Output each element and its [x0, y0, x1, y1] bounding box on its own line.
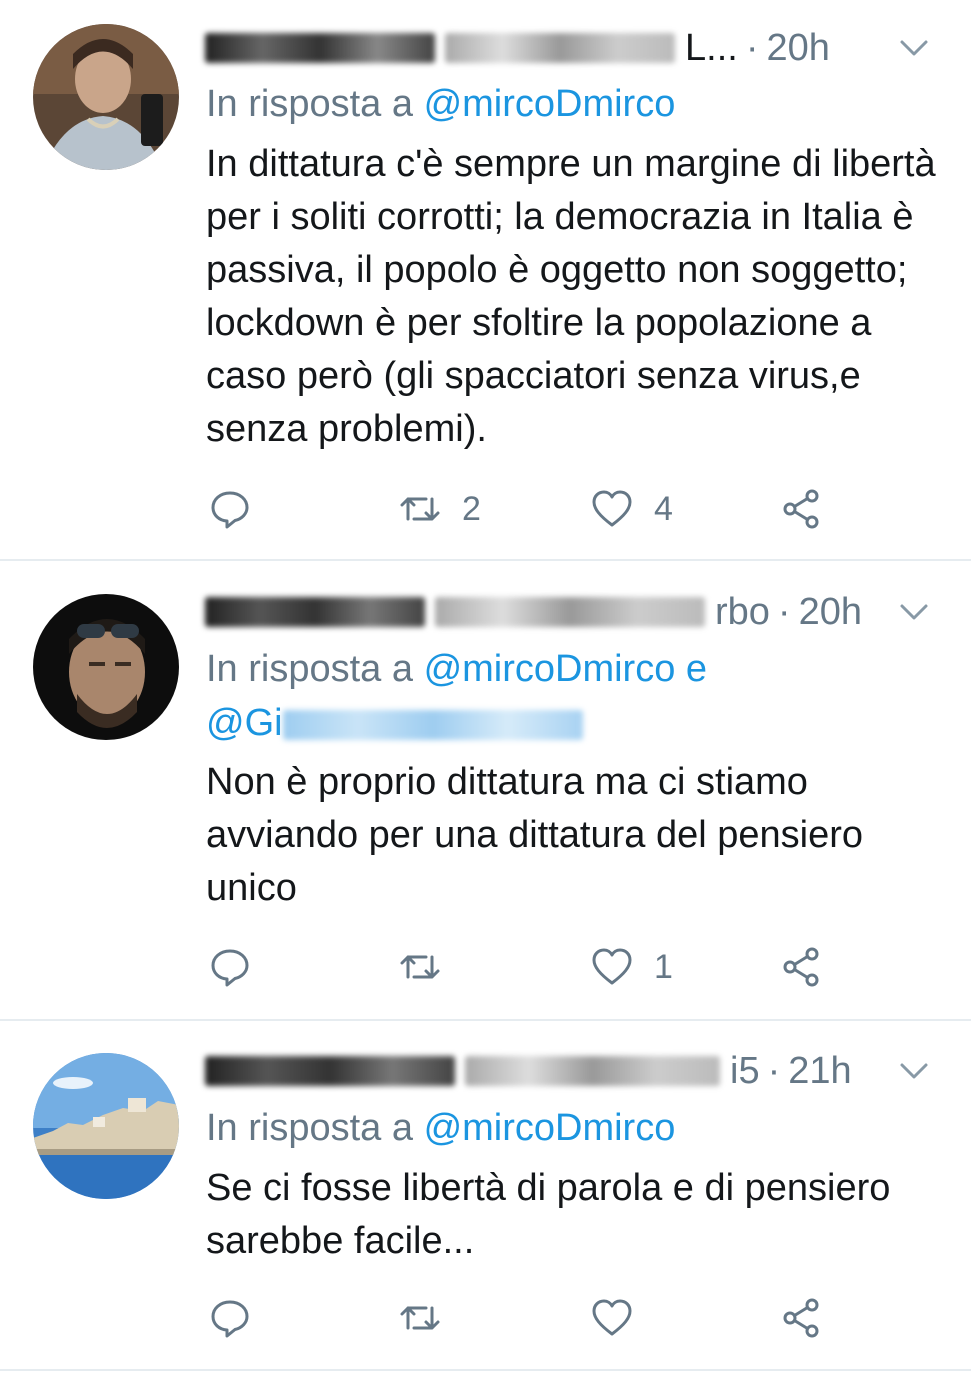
tweet-text: In dittatura c'è sempre un margine di li… — [206, 143, 936, 450]
reply-context: In risposta a @mircoDmirco — [206, 77, 941, 131]
timestamp: 21h — [788, 1049, 852, 1092]
avatar-image — [33, 1053, 179, 1199]
avatar[interactable] — [33, 1053, 179, 1199]
timestamp: 20h — [798, 590, 862, 633]
tweet-text: Se ci fosse libertà di parola e di pensi… — [206, 1167, 891, 1262]
author-name-redacted — [205, 1056, 455, 1086]
chevron-down-icon[interactable] — [897, 595, 931, 629]
retweet-count: 2 — [462, 489, 481, 528]
reply-prefix: In risposta a — [206, 1107, 413, 1149]
reply-button[interactable] — [208, 1293, 252, 1343]
timestamp: 20h — [766, 26, 830, 69]
retweet-icon — [400, 1306, 440, 1330]
retweet-icon — [400, 955, 440, 979]
reply-icon — [211, 491, 249, 529]
like-count: 4 — [654, 489, 673, 528]
heart-icon — [592, 1299, 632, 1336]
like-count: 1 — [654, 947, 673, 986]
tweet-actions: 1 — [206, 942, 846, 992]
author-handle-tail: L... — [685, 26, 738, 69]
author-name-redacted — [205, 597, 425, 627]
separator-dot: · — [777, 590, 791, 633]
share-button[interactable] — [780, 942, 824, 992]
author-handle-redacted — [465, 1056, 720, 1086]
retweet-button[interactable] — [398, 942, 462, 992]
heart-icon — [592, 490, 632, 527]
author-name-redacted — [205, 33, 435, 63]
retweet-button[interactable] — [398, 1293, 462, 1343]
author-handle-redacted — [445, 33, 675, 63]
share-icon — [783, 489, 819, 529]
reply-mention2-link[interactable]: @Gi — [206, 702, 283, 744]
author-handle-redacted — [435, 597, 705, 627]
like-button[interactable]: 1 — [590, 942, 673, 992]
author-handle-tail: i5 — [730, 1049, 760, 1092]
author-handle-tail: rbo — [715, 590, 770, 633]
tweet-2[interactable]: rbo · 20h In risposta a @mircoDmirco e @… — [0, 561, 971, 1021]
chevron-down-icon[interactable] — [897, 31, 931, 65]
reply-button[interactable] — [208, 942, 252, 992]
tweet-3[interactable]: i5 · 21h In risposta a @mircoDmirco Se c… — [0, 1021, 971, 1371]
reply-joiner: e — [685, 648, 708, 690]
retweet-button[interactable]: 2 — [398, 484, 481, 534]
tweet-header: L... · 20h — [205, 23, 941, 73]
avatar[interactable] — [33, 24, 179, 170]
reply-prefix: In risposta a — [206, 648, 413, 690]
like-button[interactable] — [590, 1293, 654, 1343]
reply-mention-link[interactable]: @mircoDmirco — [424, 1107, 676, 1149]
share-icon — [783, 947, 819, 987]
share-button[interactable] — [780, 1293, 824, 1343]
avatar-image — [33, 24, 179, 170]
tweet-actions — [206, 1293, 846, 1343]
reply-context: In risposta a @mircoDmirco e @Gi — [206, 642, 941, 750]
tweet-header: i5 · 21h — [205, 1046, 941, 1096]
tweet-1[interactable]: L... · 20h In risposta a @mircoDmirco In… — [0, 0, 971, 561]
retweet-icon — [400, 497, 440, 521]
reply-button[interactable] — [208, 484, 252, 534]
reply-icon — [211, 1300, 249, 1338]
reply-mention2-redacted — [282, 709, 583, 740]
tweet-text: Non è proprio dittatura ma ci stiamo avv… — [206, 761, 864, 909]
reply-icon — [211, 949, 249, 987]
share-button[interactable] — [780, 484, 824, 534]
reply-context: In risposta a @mircoDmirco — [206, 1101, 941, 1155]
chevron-down-icon[interactable] — [897, 1054, 931, 1088]
like-button[interactable]: 4 — [590, 484, 673, 534]
tweet-actions: 2 4 — [206, 484, 846, 534]
tweet-header: rbo · 20h — [205, 587, 941, 637]
reply-mention-link[interactable]: @mircoDmirco — [424, 648, 676, 690]
share-icon — [783, 1298, 819, 1338]
avatar-image — [33, 594, 179, 740]
separator-dot: · — [745, 26, 759, 69]
avatar[interactable] — [33, 594, 179, 740]
reply-mention-link[interactable]: @mircoDmirco — [424, 83, 676, 125]
reply-prefix: In risposta a — [206, 83, 413, 125]
heart-icon — [592, 948, 632, 985]
separator-dot: · — [767, 1049, 781, 1092]
